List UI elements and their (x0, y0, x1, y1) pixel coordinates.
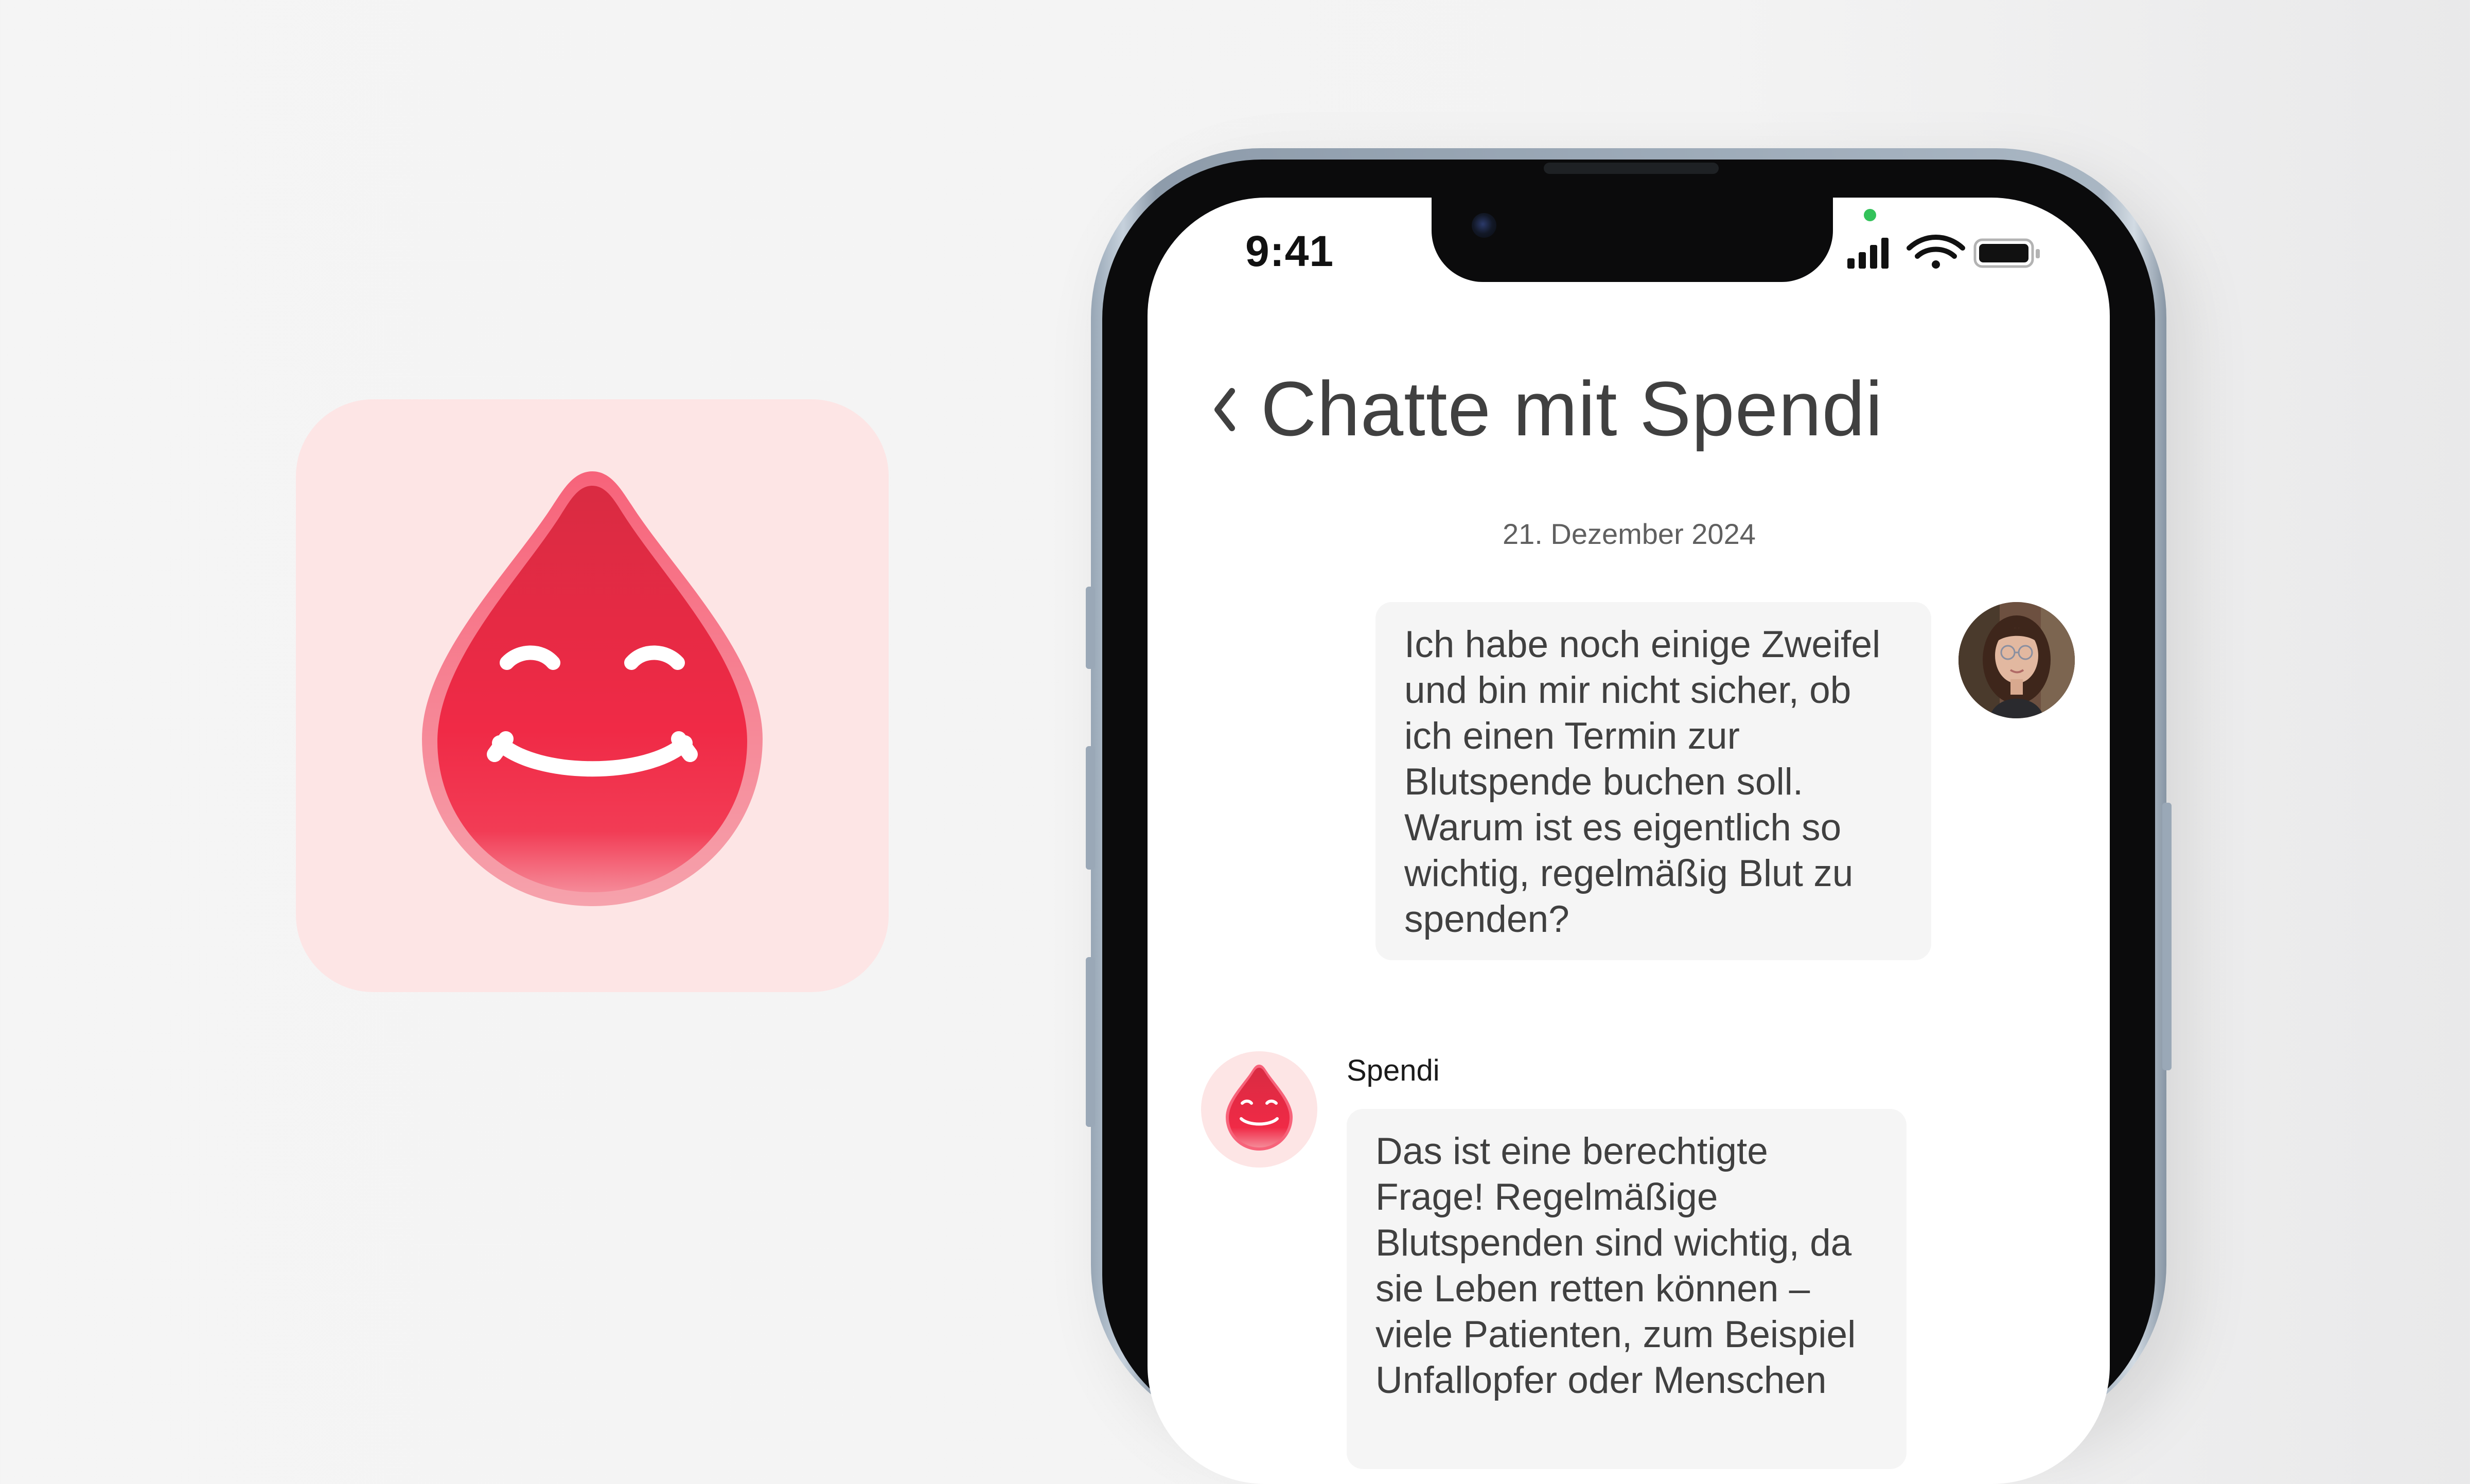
message-line: wichtig, regelmäßig Blut zu (1404, 853, 1854, 894)
mute-switch (1086, 587, 1095, 669)
status-icons (1847, 235, 2040, 269)
message-line: Blutspenden sind wichtig, da (1375, 1222, 1852, 1264)
power-button (2162, 803, 2172, 1070)
message-line: Frage! Regelmäßige (1375, 1176, 1718, 1218)
message-line: und bin mir nicht sicher, ob (1404, 669, 1851, 711)
camera-indicator-dot (1864, 209, 1876, 221)
message-line: Unfallopfer oder Menschen (1375, 1359, 1827, 1401)
status-time: 9:41 (1245, 227, 1334, 275)
user-message-bubble: Ich habe noch einige Zweifel und bin mir… (1375, 602, 1931, 960)
wifi-icon (1907, 235, 1965, 269)
back-chevron-icon[interactable] (1209, 384, 1240, 435)
message-line: spenden? (1404, 898, 1569, 940)
message-line: sie Leben retten können – (1375, 1268, 1810, 1310)
message-line: Ich habe noch einige Zweifel (1404, 624, 1881, 665)
message-line: Das ist eine berechtigte (1375, 1130, 1768, 1172)
message-line: viele Patienten, zum Beispiel (1375, 1314, 1856, 1355)
blood-drop-mascot-icon (1226, 1065, 1293, 1151)
blood-drop-mascot-icon (422, 471, 763, 906)
speaker-grille (1544, 163, 1719, 174)
page-title: Chatte mit Spendi (1261, 365, 1883, 452)
bot-message-bubble: Das ist eine berechtigte Frage! Regelmäß… (1347, 1109, 1907, 1469)
chat-date-separator: 21. Dezember 2024 (1503, 518, 1756, 550)
signal-icon (1847, 238, 1889, 269)
volume-down-button (1086, 957, 1095, 1127)
message-line: ich einen Termin zur (1404, 715, 1740, 757)
bot-avatar[interactable] (1201, 1051, 1317, 1168)
message-line: Blutspende buchen soll. (1404, 761, 1804, 803)
user-portrait-icon (1959, 602, 2075, 718)
front-camera (1472, 213, 1496, 238)
battery-icon (1973, 238, 2040, 268)
app-icon (296, 399, 889, 992)
notch (1432, 198, 1833, 282)
sender-name: Spendi (1347, 1054, 1440, 1087)
message-line: Warum ist es eigentlich so (1404, 807, 1842, 849)
volume-up-button (1086, 746, 1095, 870)
user-avatar[interactable] (1959, 602, 2075, 718)
